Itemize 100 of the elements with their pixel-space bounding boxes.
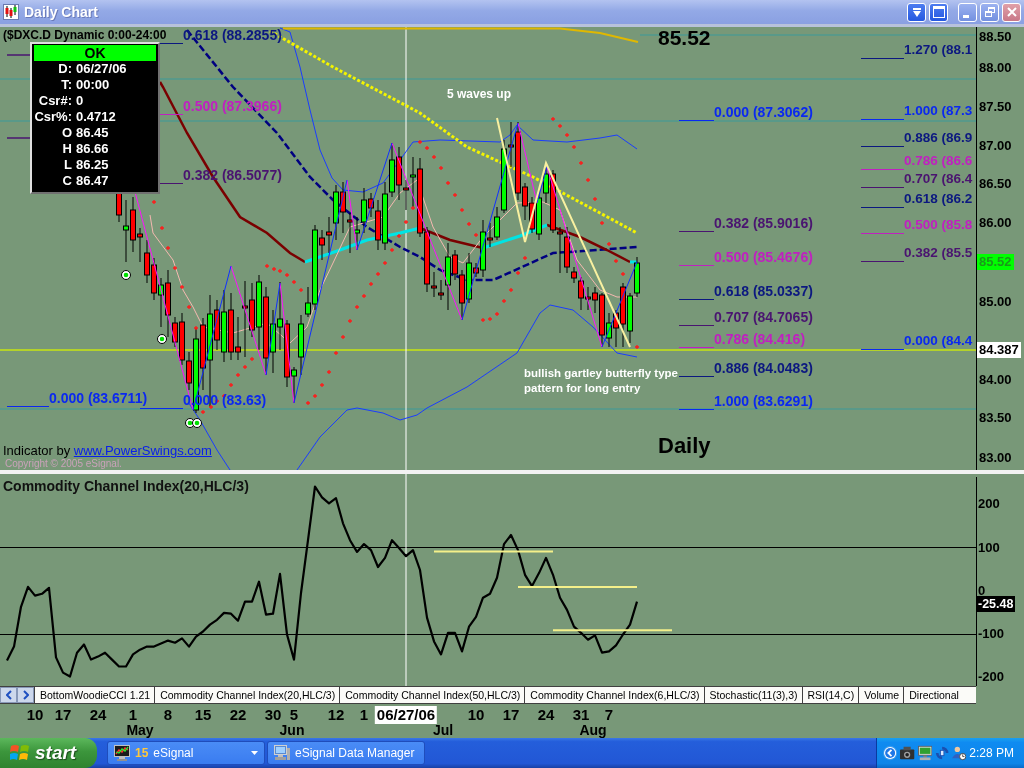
- level-line: [160, 182, 183, 184]
- data-label: Csr%:: [34, 109, 72, 125]
- window-icon: [932, 6, 945, 18]
- level-line: [140, 407, 183, 409]
- camera-icon[interactable]: [900, 745, 915, 761]
- fib-level-label: 0.618 (88.2855): [183, 26, 282, 44]
- level-line: [861, 57, 904, 59]
- axis-label: 85.00: [979, 295, 1012, 309]
- date-label: 17: [54, 707, 72, 723]
- fib-level-label: 0.786 (84.416): [714, 330, 806, 348]
- cursor-date-label: 06/27/06: [374, 706, 438, 724]
- fib-level-label: 1.000 (87.3: [904, 102, 973, 120]
- monitor-icon[interactable]: [917, 745, 932, 761]
- fib-level-label: 0.707 (84.7065): [714, 308, 813, 326]
- level-line: [861, 232, 904, 234]
- level-line: [160, 113, 183, 115]
- caret-icon: [251, 751, 258, 755]
- fib-level-label: 0.500 (85.8: [904, 216, 973, 234]
- level-price-tag: 84.387: [977, 342, 1021, 358]
- level-line: [679, 264, 714, 266]
- menu-button[interactable]: [907, 2, 926, 22]
- data-value: 86.47: [76, 173, 110, 189]
- date-label: 10: [467, 707, 485, 723]
- axis-label: 84.00: [979, 373, 1012, 387]
- date-label: 1: [359, 707, 369, 723]
- minimize-button[interactable]: [958, 2, 977, 22]
- period-label: Daily: [658, 434, 711, 458]
- scroll-left-button[interactable]: [0, 687, 17, 703]
- data-value: 0: [76, 93, 85, 109]
- data-label: T:: [60, 77, 72, 93]
- date-label: 1: [128, 707, 138, 723]
- level-line: [679, 119, 714, 121]
- minimize-icon: [962, 14, 969, 18]
- fib-level-label: 0.886 (84.0483): [714, 359, 813, 377]
- data-value: 86.66: [76, 141, 110, 157]
- data-value: 86.25: [76, 157, 110, 173]
- fib-level-label: 0.707 (86.4: [904, 170, 973, 188]
- caret-icon: [912, 7, 921, 17]
- fib-level-label: 0.618 (85.0337): [714, 282, 813, 300]
- close-icon: [1006, 7, 1017, 17]
- start-button[interactable]: start: [0, 738, 97, 768]
- level-line: [679, 230, 714, 232]
- restore-button[interactable]: [980, 2, 999, 22]
- credit-text: Indicator by www.PowerSwings.com: [3, 443, 212, 458]
- fib-level-label: 1.000 (83.6291): [714, 392, 813, 410]
- data-label: Csr#:: [37, 93, 72, 109]
- level-line: [861, 118, 904, 120]
- data-label: C: [61, 173, 72, 189]
- user-icon[interactable]: [952, 745, 967, 761]
- fib-level-label: 0.382 (85.5: [904, 244, 973, 262]
- data-value: 00:00: [76, 77, 111, 93]
- data-label: D:: [57, 61, 72, 77]
- axis-label: 88.50: [979, 30, 1012, 44]
- level-line: [861, 168, 904, 170]
- candlestick-icon: [3, 4, 19, 20]
- chevron-icon[interactable]: [883, 745, 898, 761]
- last-price-label: 85.52: [658, 27, 711, 49]
- date-label: 15: [194, 707, 212, 723]
- date-label: 7: [604, 707, 614, 723]
- ring-marker-icon: [192, 418, 202, 428]
- scroll-right-button[interactable]: [17, 687, 34, 703]
- date-label: 22: [229, 707, 247, 723]
- level-line: [861, 348, 904, 350]
- axis-label: 87.00: [979, 139, 1012, 153]
- date-label: 24: [537, 707, 555, 723]
- taskbar-button[interactable]: 15 eSignal: [107, 741, 265, 765]
- month-label: May: [126, 723, 154, 738]
- window-button[interactable]: [929, 2, 948, 22]
- sync-icon[interactable]: [934, 745, 950, 761]
- level-line: [679, 346, 714, 348]
- date-label: 31: [572, 707, 590, 723]
- flag-icon: [10, 744, 30, 762]
- fib-level-label: 0.382 (85.9016): [714, 214, 813, 232]
- fib-level-label: 0.000 (84.4: [904, 332, 973, 350]
- fib-level-label: 0.000 (87.3062): [714, 103, 813, 121]
- fib-level-label: 0.786 (86.6: [904, 152, 973, 170]
- data-label: H: [61, 141, 72, 157]
- fib-level-label: 0.886 (86.9: [904, 129, 973, 147]
- current-price-tag: 85.52: [977, 254, 1014, 270]
- fib-level-label: 0.618 (86.2: [904, 190, 973, 208]
- level-line: [679, 375, 714, 377]
- level-line: [679, 324, 714, 326]
- data-value: 86.45: [76, 125, 110, 141]
- data-label: O: [60, 125, 72, 141]
- data-label: L: [63, 157, 72, 173]
- taskbar-button[interactable]: eSignal Data Manager: [267, 741, 425, 765]
- level-line: [679, 408, 714, 410]
- fib-level-label: 1.270 (88.1: [904, 41, 973, 59]
- date-label: 24: [89, 707, 107, 723]
- symbol-label: ($DXC.D Dynamic 0:00-24:00: [3, 28, 167, 42]
- restore-icon: [984, 7, 995, 17]
- level-line: [861, 206, 904, 208]
- month-label: Jun: [279, 723, 305, 738]
- close-button[interactable]: [1002, 2, 1021, 22]
- axis-label: -100: [978, 629, 1005, 640]
- chart-icon: [114, 745, 130, 761]
- level-line: [861, 260, 904, 262]
- date-label: 5: [289, 707, 299, 723]
- level-line: [6, 137, 31, 139]
- data-window-header: OK: [34, 45, 156, 61]
